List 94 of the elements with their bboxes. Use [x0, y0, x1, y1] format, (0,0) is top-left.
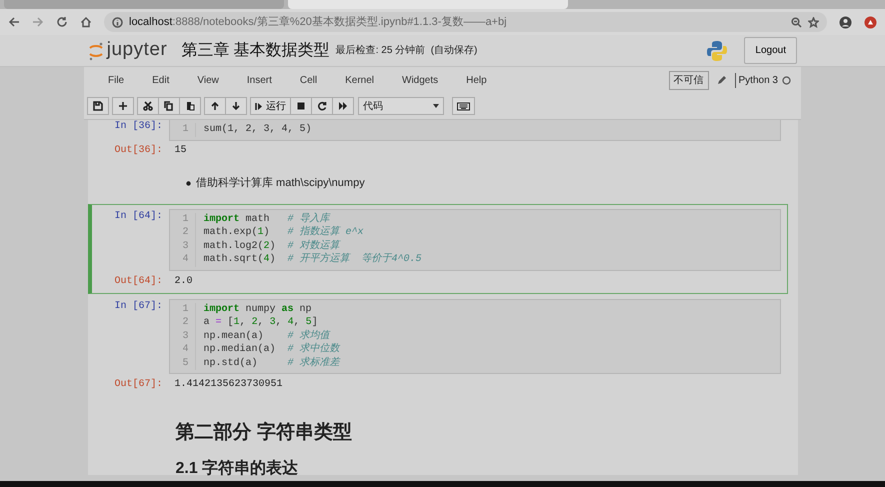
run-button[interactable]: 运行 — [250, 97, 291, 115]
line-number: 4 — [181, 253, 188, 267]
code-line: np.std(a) # 求标准差 — [204, 356, 342, 370]
line-number: 1 — [181, 212, 188, 226]
paste-button[interactable] — [179, 97, 201, 115]
restart-button[interactable] — [310, 97, 333, 115]
bullet-icon — [186, 181, 190, 186]
autosave-text: (自动保存) — [430, 44, 478, 58]
step-icon — [255, 102, 263, 110]
address-bar[interactable]: localhost:8888/notebooks/第三章%20基本数据类型.ipynb#1.1.3-复数——a+bj — [104, 12, 827, 32]
checkpoint-text: 最后检查: 25 分钟前 — [336, 44, 426, 58]
code-editor[interactable]: 1 sum(1, 2, 3, 4, 5) — [168, 120, 780, 140]
star-icon[interactable] — [808, 16, 819, 28]
info-icon — [112, 16, 123, 28]
line-number: 1 — [181, 302, 188, 316]
zoom-icon[interactable] — [791, 16, 802, 28]
output-text: 15 — [174, 144, 187, 158]
code-editor[interactable]: 1 2 3 4 5 import numpy as np a = [1, 2, 3, 4, 5] np.mean(a) # 求均值 np.median(a) # 求中位数 np.std(a) # 求标准差 — [168, 298, 780, 374]
input-prompt: In [64]: — [113, 210, 164, 224]
copy-icon — [164, 101, 174, 111]
code-line: import numpy as np — [204, 302, 313, 316]
code-cell[interactable]: In [64]: 1 2 3 4 import math # 导入库 math.exp(1) # 指数运算 e^x math.log2(2) # 对数运算 math.sqrt(4) # 开平方运算 等价于4^0.5 Out[64]: 2.0 — [88, 204, 788, 294]
subsection-heading: 2.1 字符串的表达 — [174, 458, 300, 480]
fast-forward-button[interactable] — [332, 97, 354, 115]
output-text: 1.4142135623730951 — [174, 378, 283, 392]
code-line: np.median(a) # 求中位数 — [204, 343, 342, 356]
input-prompt: In [67]: — [113, 300, 164, 314]
cell-type-select[interactable]: 代码 — [358, 97, 444, 115]
input-prompt: In [36]: — [113, 120, 164, 134]
account-icon[interactable] — [839, 16, 852, 28]
plus-icon — [118, 101, 128, 111]
save-icon — [93, 101, 103, 111]
pencil-icon[interactable] — [716, 75, 727, 85]
code-line: np.mean(a) # 求均值 — [204, 330, 332, 342]
arrow-up-icon — [210, 101, 220, 111]
code-line: math.log2(2) # 对数运算 — [204, 240, 342, 252]
trust-indicator[interactable]: 不可信 — [668, 70, 709, 90]
copy-button[interactable] — [158, 97, 180, 115]
output-text: 2.0 — [174, 274, 193, 288]
line-number: 2 — [181, 226, 188, 240]
arrow-up-button[interactable] — [204, 97, 226, 115]
menu-item[interactable]: Cell — [286, 72, 332, 88]
code-line: sum(1, 2, 3, 4, 5) — [204, 123, 313, 136]
code-cell[interactable]: In [36]: 1 sum(1, 2, 3, 4, 5) Out[36]: 15 — [88, 120, 788, 164]
menu-item[interactable]: File — [94, 72, 138, 88]
line-number: 2 — [181, 316, 188, 330]
url-text: localhost:8888/notebooks/第三章%20基本数据类型.ipynb#1.1.3-复数——a+bj — [129, 14, 507, 30]
code-line: math.sqrt(4) # 开平方运算 等价于4^0.5 — [204, 253, 423, 267]
line-number: 5 — [181, 356, 188, 370]
notebook-title[interactable]: 第三章 基本数据类型 — [181, 38, 330, 62]
menu-item[interactable]: View — [183, 72, 233, 88]
logo-text[interactable]: jupyter — [106, 36, 168, 65]
code-line: a = [1, 2, 3, 4, 5] — [204, 316, 319, 330]
jupyter-logo-icon[interactable] — [88, 40, 104, 60]
line-number: 1 — [181, 123, 188, 136]
stop-icon — [296, 101, 306, 111]
kernel-status-icon — [782, 76, 791, 84]
line-number: 4 — [181, 343, 188, 356]
menu-item[interactable]: Kernel — [331, 72, 388, 88]
arrow-down-button[interactable] — [225, 97, 247, 115]
python-logo-icon — [706, 40, 728, 62]
back-icon[interactable] — [8, 16, 20, 28]
caret-icon — [432, 104, 439, 108]
menu-item[interactable]: Insert — [232, 72, 286, 88]
output-prompt: Out[64]: — [113, 274, 164, 288]
extension-icon[interactable] — [864, 16, 877, 28]
section-heading: 第二部分 字符串类型 — [174, 420, 353, 445]
arrow-down-icon — [231, 101, 241, 111]
scissors-icon — [143, 101, 153, 111]
bullet-text: 借助科学计算库 math\scipy\numpy — [196, 176, 365, 192]
menu-item[interactable]: Help — [452, 72, 501, 88]
menu-item[interactable]: Edit — [138, 72, 184, 88]
line-number: 3 — [181, 330, 188, 343]
kernel-name[interactable]: Python 3 — [734, 72, 778, 88]
output-prompt: Out[67]: — [113, 378, 164, 392]
code-line: import math # 导入库 — [204, 212, 332, 226]
scissors-button[interactable] — [137, 97, 159, 115]
home-icon[interactable] — [80, 16, 92, 28]
code-editor[interactable]: 1 2 3 4 import math # 导入库 math.exp(1) # 指数运算 e^x math.log2(2) # 对数运算 math.sqrt(4) # 开平方运算 等价于4^0.5 — [168, 208, 780, 271]
reload-icon[interactable] — [56, 16, 68, 28]
save-button[interactable] — [87, 97, 109, 115]
logout-button[interactable]: Logout — [744, 37, 797, 64]
menu-item[interactable]: Widgets — [388, 72, 452, 88]
code-cell[interactable]: In [67]: 1 2 3 4 5 import numpy as np a = [1, 2, 3, 4, 5] np.mean(a) # 求均值 np.median(a) # 求中位数 np.std(a) # 求标准差 Out[67]: 1.4142135623730951 — [88, 294, 788, 397]
code-line: math.exp(1) # 指数运算 e^x — [204, 226, 365, 240]
keyboard-button[interactable] — [452, 97, 476, 115]
output-prompt: Out[36]: — [113, 144, 164, 158]
line-number: 3 — [181, 240, 188, 254]
keyboard-icon — [457, 101, 470, 111]
paste-icon — [185, 101, 195, 111]
fast-forward-icon — [338, 101, 348, 111]
stop-button[interactable] — [290, 97, 312, 115]
restart-icon — [316, 101, 327, 111]
plus-button[interactable] — [112, 97, 134, 115]
